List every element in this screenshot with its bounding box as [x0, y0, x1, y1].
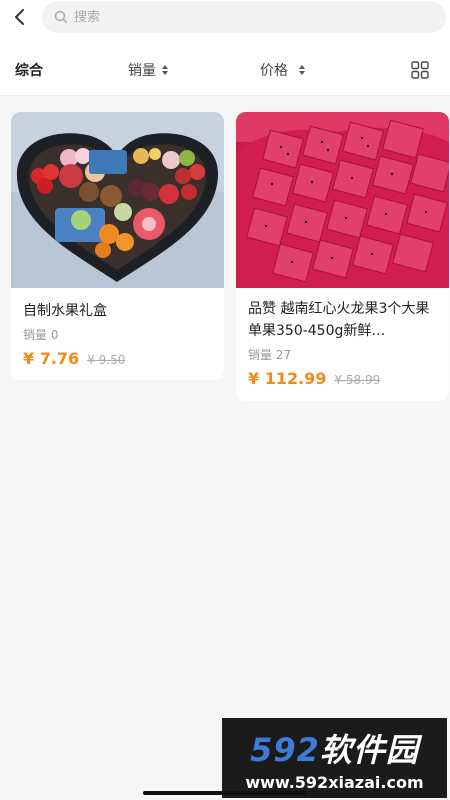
grid-icon — [411, 61, 429, 79]
home-indicator[interactable] — [143, 791, 307, 795]
watermark-brand: 592软件园 — [250, 725, 419, 771]
sort-tab-comprehensive[interactable]: 综合 — [15, 60, 43, 80]
product-card[interactable]: 自制水果礼盒 销量 0 ¥ 7.76 ¥ 9.50 — [11, 112, 224, 380]
price-row: ¥ 7.76 ¥ 9.50 — [11, 349, 224, 368]
sort-tab-sales[interactable]: 销量 — [128, 60, 169, 80]
watermark-brand-text: 软件园 — [319, 730, 419, 769]
price-row: ¥ 112.99 ¥ 58.99 — [236, 369, 449, 388]
watermark: 592软件园 www.592xiazai.com — [222, 718, 447, 798]
sort-tab-label: 价格 — [260, 63, 288, 79]
product-card[interactable]: 品赞 越南红心火龙果3个大果单果350-450g新鲜… 销量 27 ¥ 112.… — [236, 112, 449, 401]
sales-count: 0 — [50, 328, 59, 342]
product-original-price: ¥ 58.99 — [334, 373, 381, 387]
product-title: 自制水果礼盒 — [23, 303, 107, 319]
sort-updown-icon — [298, 64, 306, 76]
watermark-url: www.592xiazai.com — [245, 772, 424, 792]
top-bar: 综合 销量 价格 — [0, 0, 450, 96]
back-button[interactable] — [8, 5, 32, 29]
sales-count: 27 — [275, 348, 292, 362]
sort-tab-price[interactable]: 价格 — [260, 60, 306, 80]
product-image-dragon-fruit — [236, 112, 449, 288]
product-sales: 销量 0 — [11, 326, 224, 343]
product-original-price: ¥ 9.50 — [87, 353, 126, 367]
search-bar[interactable] — [42, 1, 446, 33]
layout-toggle-button[interactable] — [410, 60, 430, 80]
sort-tab-label: 综合 — [15, 63, 43, 79]
product-title: 品赞 越南红心火龙果3个大果单果350-450g新鲜… — [248, 301, 430, 339]
product-image-fruit-gift-box — [11, 112, 224, 288]
search-input[interactable] — [74, 9, 414, 25]
sales-label: 销量 — [248, 348, 273, 362]
product-price: ¥ 7.76 — [23, 349, 80, 368]
sort-tab-label: 销量 — [128, 63, 156, 79]
watermark-brand-number: 592 — [250, 730, 320, 769]
search-icon — [54, 10, 68, 24]
product-sales: 销量 27 — [236, 346, 449, 363]
back-arrow-icon — [15, 9, 24, 25]
sales-label: 销量 — [23, 328, 48, 342]
product-price: ¥ 112.99 — [248, 369, 327, 388]
sort-updown-icon — [161, 64, 169, 76]
